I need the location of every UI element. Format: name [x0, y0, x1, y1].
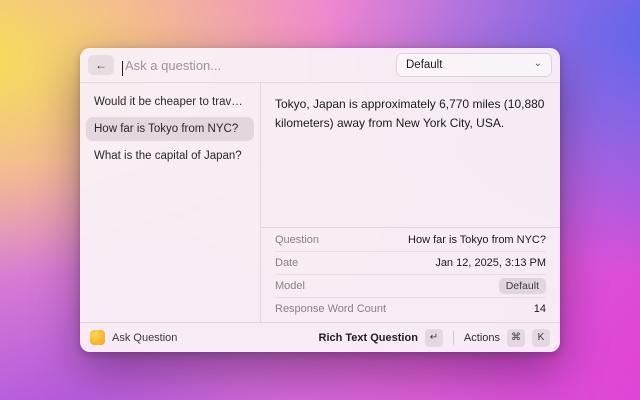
metadata-value: How far is Tokyo from NYC? [408, 234, 546, 246]
model-dropdown[interactable]: Default ⌄ [396, 53, 552, 77]
metadata-row-date: Date Jan 12, 2025, 3:13 PM [275, 251, 546, 274]
metadata-label: Model [275, 280, 305, 292]
model-dropdown-value: Default [406, 59, 442, 71]
chevron-down-icon: ⌄ [534, 59, 542, 69]
metadata-row-word-count: Response Word Count 14 [275, 297, 546, 320]
question-history-sidebar: Would it be cheaper to travel to Euro… H… [80, 83, 261, 322]
back-button[interactable]: ← [88, 55, 114, 75]
ask-question-input[interactable] [122, 58, 388, 73]
footer-divider [453, 331, 454, 345]
metadata-row-question: Question How far is Tokyo from NYC? [275, 228, 546, 251]
ask-question-window: ← Default ⌄ Would it be cheaper to trave… [80, 48, 560, 352]
actions-button[interactable]: Actions [464, 332, 500, 344]
footer-app-label: Ask Question [112, 332, 177, 344]
metadata-label: Date [275, 257, 298, 269]
extension-icon [90, 330, 105, 345]
answer-text: Tokyo, Japan is approximately 6,770 mile… [261, 83, 560, 227]
sidebar-item-tokyo-nyc[interactable]: How far is Tokyo from NYC? [86, 117, 254, 141]
metadata-label: Response Word Count [275, 303, 386, 315]
metadata-row-model: Model Default [275, 274, 546, 297]
detail-panel: Tokyo, Japan is approximately 6,770 mile… [261, 83, 560, 322]
sidebar-item-travel-europe[interactable]: Would it be cheaper to travel to Euro… [86, 90, 254, 114]
window-body: Would it be cheaper to travel to Euro… H… [80, 83, 560, 322]
sidebar-item-capital-japan[interactable]: What is the capital of Japan? [86, 144, 254, 168]
header-bar: ← Default ⌄ [80, 48, 560, 82]
model-badge: Default [499, 278, 546, 294]
metadata-value: 14 [534, 303, 546, 315]
metadata-value: Jan 12, 2025, 3:13 PM [435, 257, 546, 269]
search-field-wrap [122, 58, 388, 73]
footer-bar: Ask Question Rich Text Question ↵ Action… [80, 322, 560, 352]
command-key-icon: ⌘ [507, 329, 525, 347]
metadata-label: Question [275, 234, 319, 246]
text-caret [122, 61, 123, 76]
metadata-section: Question How far is Tokyo from NYC? Date… [261, 227, 560, 322]
back-arrow-icon: ← [95, 58, 107, 72]
k-key-icon: K [532, 329, 550, 347]
return-key-icon: ↵ [425, 329, 443, 347]
primary-action-button[interactable]: Rich Text Question [319, 332, 418, 344]
